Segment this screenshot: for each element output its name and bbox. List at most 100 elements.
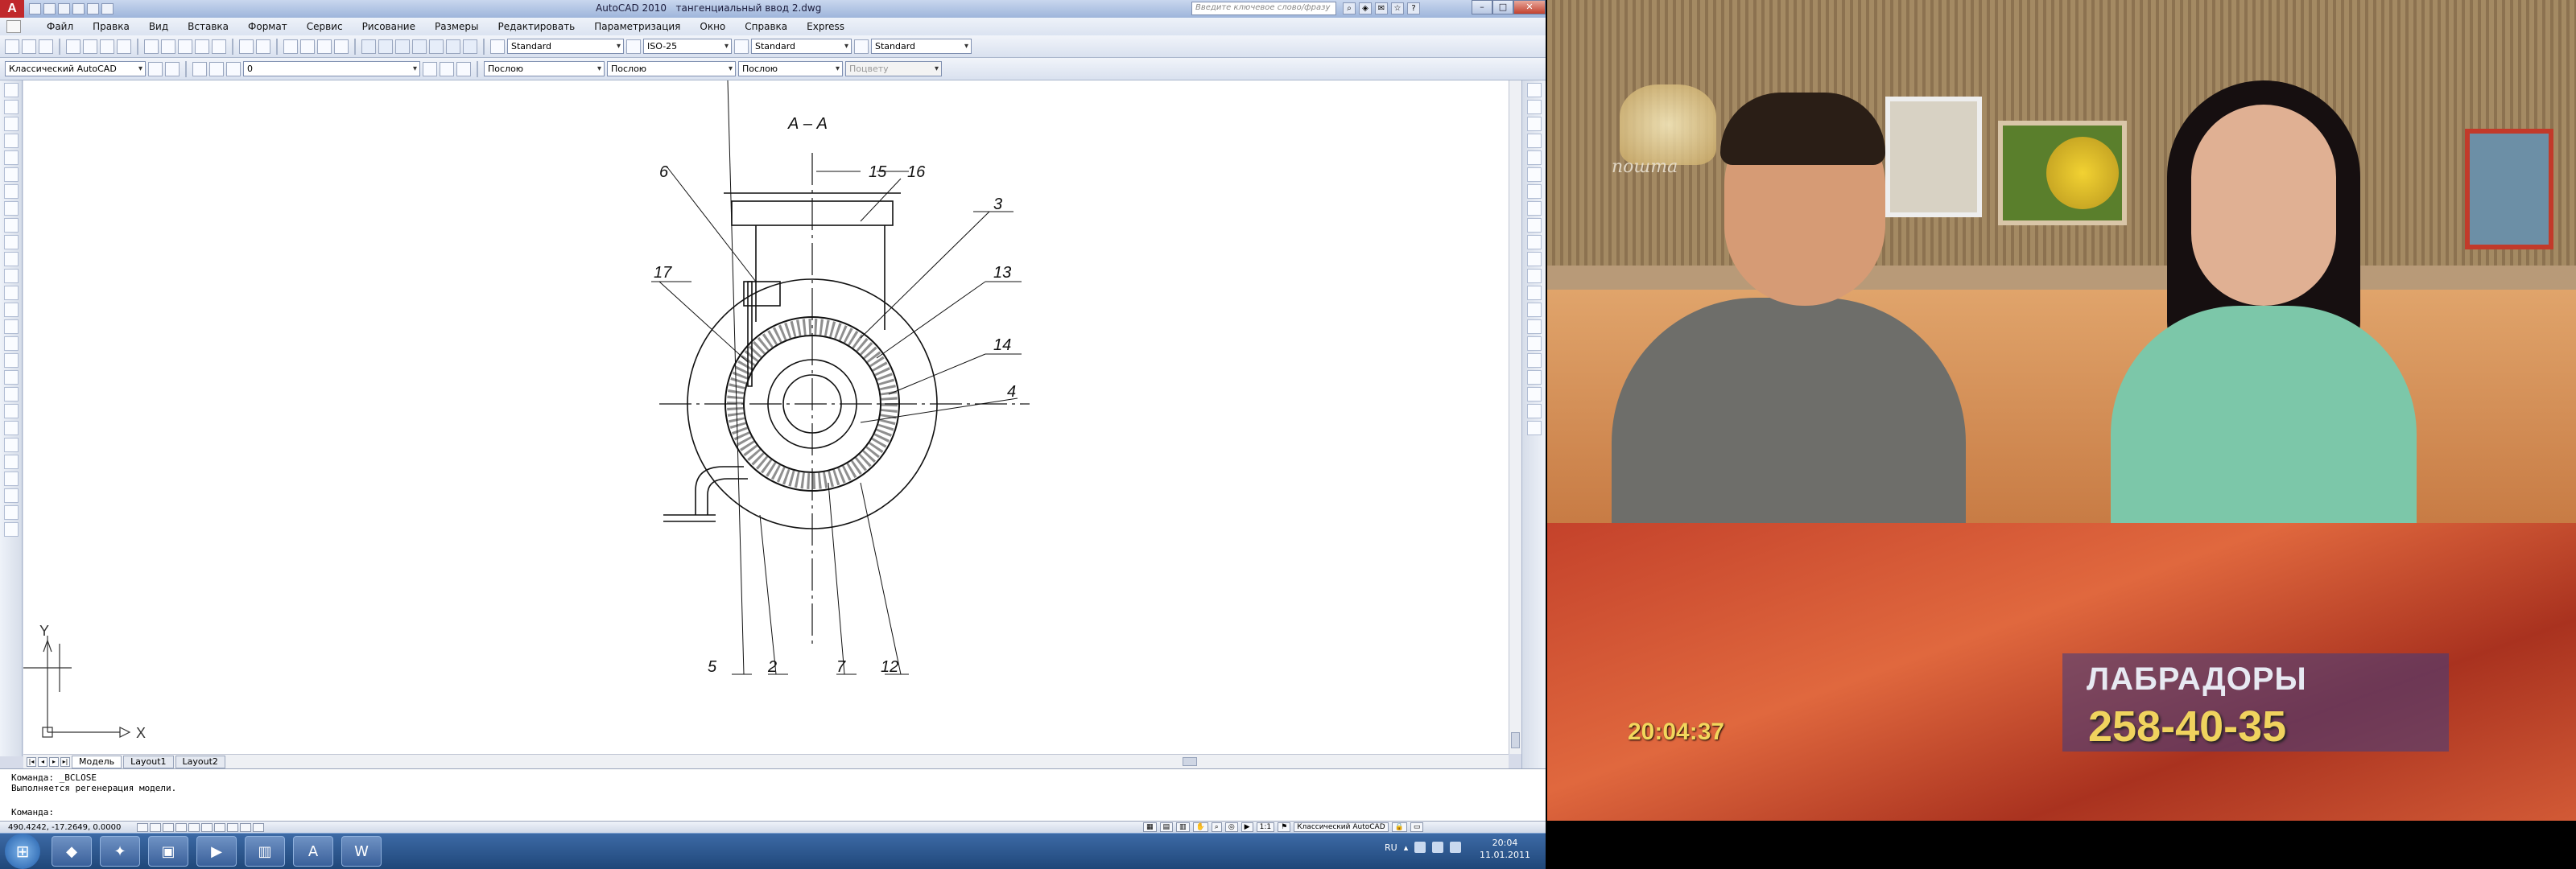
menu-window[interactable]: Окно <box>690 21 735 32</box>
snap-toggle-icon[interactable] <box>137 822 149 832</box>
mirror-icon[interactable] <box>1526 117 1542 131</box>
table-style-select[interactable]: Standard <box>751 39 852 54</box>
open-icon[interactable] <box>43 3 56 14</box>
command-line[interactable]: Команда: _BCLOSE Выполняется регенерация… <box>0 768 1546 821</box>
tab-layout1[interactable]: Layout1 <box>123 755 174 768</box>
ortho-toggle-icon[interactable] <box>163 822 175 832</box>
plotstyle-select[interactable]: Поцвету <box>845 61 942 76</box>
volume-icon[interactable] <box>1450 842 1462 853</box>
pan-status-icon[interactable]: ✋ <box>1192 822 1208 832</box>
osnap-toggle-icon[interactable] <box>188 822 200 832</box>
power-icon[interactable] <box>1432 842 1444 853</box>
explorer-icon[interactable]: ▣ <box>148 836 188 867</box>
linetype-select[interactable]: Послою <box>607 61 736 76</box>
layer-states-icon[interactable] <box>456 61 471 76</box>
layer-select[interactable]: 0 <box>243 61 420 76</box>
hatch-icon[interactable] <box>3 319 19 334</box>
redo-icon[interactable] <box>256 39 270 54</box>
publish-icon[interactable] <box>100 39 114 54</box>
minimize-button[interactable]: – <box>1472 0 1492 14</box>
pan-icon[interactable] <box>283 39 298 54</box>
menu-help[interactable]: Справка <box>735 21 797 32</box>
table-icon[interactable] <box>3 370 19 385</box>
subscription-icon[interactable]: ◈ <box>1359 2 1372 14</box>
clock[interactable]: 20:04 11.01.2011 <box>1480 837 1530 861</box>
zoom-window-icon[interactable] <box>317 39 332 54</box>
spline-icon[interactable] <box>3 218 19 233</box>
help-icon[interactable]: ? <box>1407 2 1420 14</box>
extend-icon[interactable] <box>1526 252 1542 266</box>
network-icon[interactable] <box>1414 842 1426 853</box>
word-icon[interactable]: W <box>341 836 382 867</box>
gear-icon[interactable] <box>165 61 180 76</box>
zoom-realtime-icon[interactable] <box>300 39 315 54</box>
otrack-toggle-icon[interactable] <box>201 822 213 832</box>
cut-icon[interactable] <box>144 39 159 54</box>
vertical-scroll-thumb[interactable] <box>1511 732 1520 748</box>
stretch-icon[interactable] <box>1526 218 1542 233</box>
rotate-icon[interactable] <box>1526 184 1542 199</box>
ellipse-icon[interactable] <box>3 235 19 249</box>
menu-draw[interactable]: Рисование <box>353 21 425 32</box>
qnew-icon[interactable] <box>5 39 19 54</box>
fillet-icon[interactable] <box>1526 336 1542 351</box>
break-icon[interactable] <box>1526 286 1542 300</box>
trim-icon[interactable] <box>1526 235 1542 249</box>
array-icon[interactable] <box>1526 150 1542 165</box>
text-style-select[interactable]: Standard <box>507 39 624 54</box>
ducs-toggle-icon[interactable] <box>214 822 226 832</box>
tool-palettes-icon[interactable] <box>395 39 410 54</box>
gradient-icon[interactable] <box>3 336 19 351</box>
annotation-visibility-icon[interactable]: ⚑ <box>1278 822 1291 832</box>
close-button[interactable]: ✕ <box>1513 0 1546 14</box>
grid-toggle-icon[interactable] <box>150 822 162 832</box>
tab-model[interactable]: Модель <box>72 755 122 768</box>
print-icon[interactable] <box>101 3 114 14</box>
app-icon-1[interactable]: ◆ <box>52 836 92 867</box>
layer-properties-icon[interactable] <box>192 61 207 76</box>
lineweight-select[interactable]: Послою <box>738 61 843 76</box>
last-tab-arrow[interactable]: ▸| <box>60 756 70 767</box>
app-icon-2[interactable]: ✦ <box>100 836 140 867</box>
markup-icon[interactable] <box>429 39 444 54</box>
calculator-icon[interactable] <box>446 39 460 54</box>
save-icon[interactable] <box>39 39 53 54</box>
undo-icon[interactable] <box>72 3 85 14</box>
multileader-style-select[interactable]: Standard <box>871 39 972 54</box>
make-block-icon[interactable] <box>3 286 19 300</box>
visual-styles-icon[interactable] <box>3 488 19 503</box>
language-indicator[interactable]: RU <box>1385 842 1397 853</box>
view-cube-icon[interactable] <box>3 421 19 435</box>
add-selected-icon[interactable] <box>3 404 19 418</box>
offset-icon[interactable] <box>1526 134 1542 148</box>
orbit-icon[interactable] <box>3 438 19 452</box>
steering-wheel-icon[interactable]: ◎ <box>1224 822 1238 832</box>
circle-icon[interactable] <box>3 184 19 199</box>
copy-icon[interactable] <box>161 39 175 54</box>
menu-edit[interactable]: Правка <box>83 21 139 32</box>
polygon-icon[interactable] <box>3 134 19 148</box>
ellipse-arc-icon[interactable] <box>3 252 19 266</box>
match-properties-icon[interactable] <box>195 39 209 54</box>
region-icon[interactable] <box>3 353 19 368</box>
menu-insert[interactable]: Вставка <box>178 21 238 32</box>
render-icon[interactable] <box>3 455 19 469</box>
media-icon[interactable]: ▶ <box>196 836 237 867</box>
workspace-select[interactable]: Классический AutoCAD <box>5 61 146 76</box>
erase-icon[interactable] <box>1526 83 1542 97</box>
annotation-scale[interactable]: 1:1 <box>1256 822 1275 832</box>
line-icon[interactable] <box>3 83 19 97</box>
join-icon[interactable] <box>1526 303 1542 317</box>
sheet-set-icon[interactable] <box>412 39 427 54</box>
explode-icon[interactable] <box>1526 353 1542 368</box>
polar-toggle-icon[interactable] <box>175 822 188 832</box>
quick-view-drawings-icon[interactable]: ▥ <box>1176 822 1190 832</box>
binoculars-icon[interactable]: ⌕ <box>1343 2 1356 14</box>
menu-file[interactable]: Файл <box>37 21 83 32</box>
block-editor-icon[interactable] <box>212 39 226 54</box>
model-space-icon[interactable]: ▦ <box>1143 822 1157 832</box>
archive-icon[interactable]: ▥ <box>245 836 285 867</box>
scale-icon[interactable] <box>1526 201 1542 216</box>
preview-icon[interactable] <box>83 39 97 54</box>
layer-freeze-icon[interactable] <box>1526 421 1542 435</box>
